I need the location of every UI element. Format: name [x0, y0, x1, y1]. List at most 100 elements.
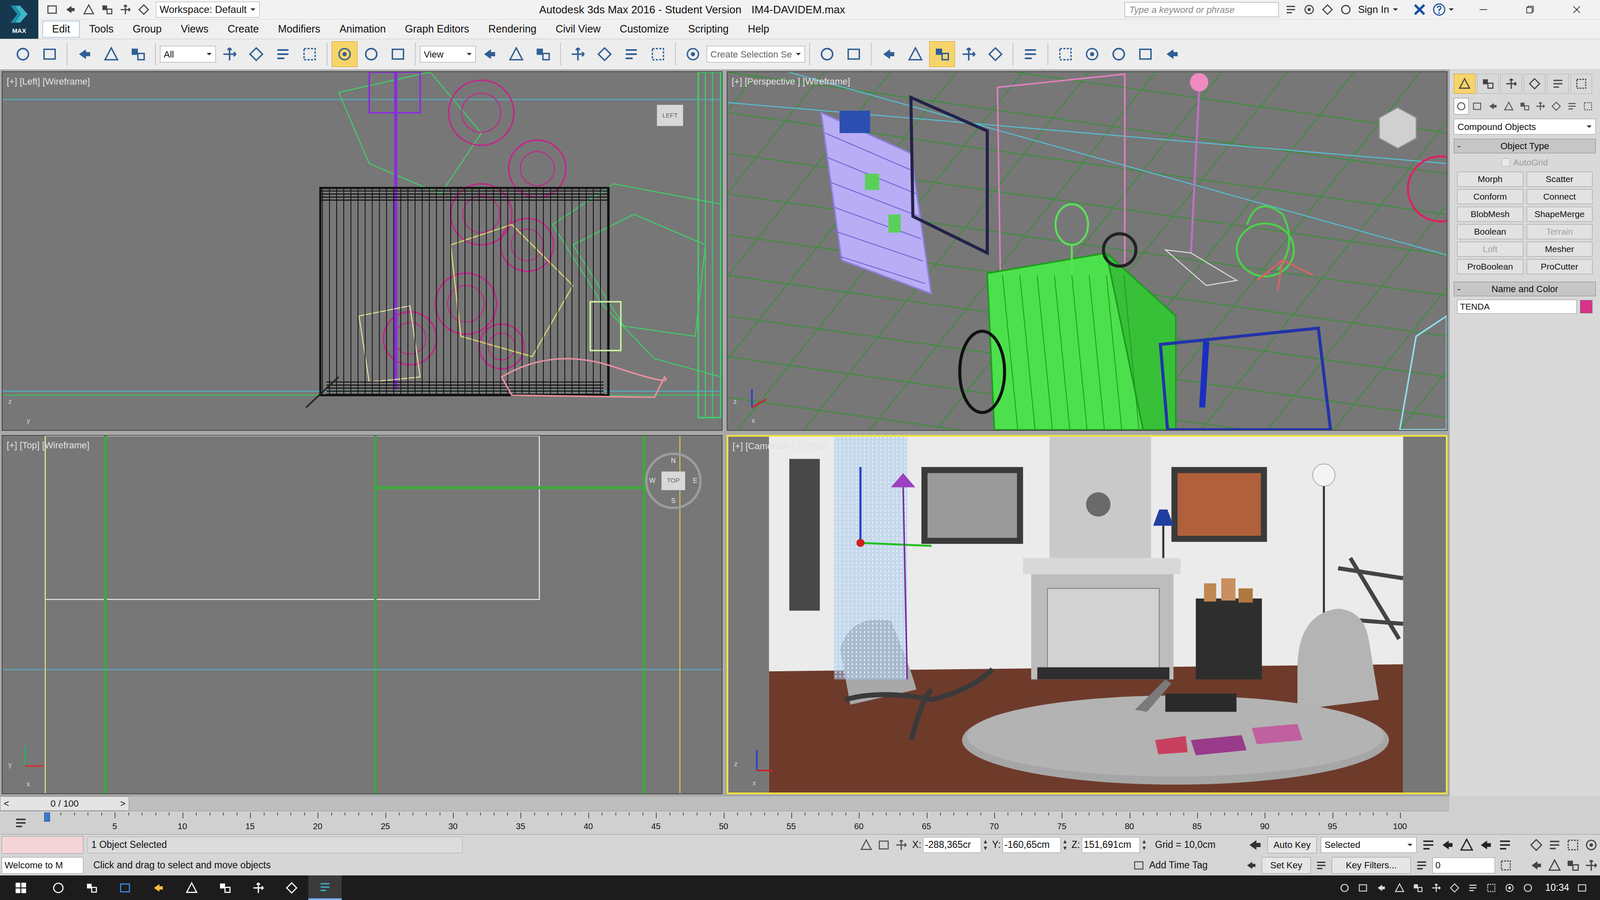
- start-button[interactable]: [0, 875, 42, 900]
- rollout-header[interactable]: -Name and Color: [1453, 281, 1596, 297]
- object-type-button[interactable]: BlobMesh: [1457, 206, 1524, 222]
- menu-item[interactable]: Views: [171, 20, 218, 38]
- menu-item[interactable]: Edit: [42, 20, 80, 38]
- spinner-icon[interactable]: [1141, 838, 1147, 852]
- autodesk-exchange-icon[interactable]: [1412, 2, 1427, 17]
- 3ds-max-taskbar-button[interactable]: [308, 875, 342, 900]
- render-production-button[interactable]: [1105, 41, 1132, 68]
- file-explorer-taskbar-button[interactable]: [141, 875, 175, 900]
- menu-item[interactable]: Tools: [79, 20, 123, 38]
- unlink-button[interactable]: [98, 41, 125, 68]
- object-type-button[interactable]: Scatter: [1526, 171, 1593, 187]
- space-warps-category[interactable]: [1532, 97, 1548, 115]
- select-and-move-button[interactable]: [331, 41, 358, 68]
- workspace-dropdown[interactable]: Workspace: Default: [155, 1, 260, 18]
- toolbar-dropdown[interactable]: View: [420, 45, 476, 63]
- task-view-button[interactable]: [75, 881, 109, 895]
- object-type-button[interactable]: Connect: [1526, 189, 1593, 205]
- open-file-button[interactable]: [64, 3, 77, 16]
- material-editor-button[interactable]: [1017, 41, 1044, 68]
- rollout-header[interactable]: -Object Type: [1453, 138, 1596, 154]
- helpers-category[interactable]: [1517, 97, 1533, 115]
- named-selection-field[interactable]: Create Selection Se: [706, 45, 805, 63]
- track-bar[interactable]: 5101520253035404550556065707580859095100: [47, 812, 1400, 834]
- restore-button[interactable]: [1506, 0, 1554, 20]
- new-file-button[interactable]: [45, 3, 59, 16]
- object-type-button[interactable]: ShapeMerge: [1526, 206, 1593, 222]
- spinner-icon[interactable]: [1062, 838, 1068, 852]
- mirror-button[interactable]: [814, 41, 840, 68]
- object-color-swatch[interactable]: [1580, 300, 1593, 314]
- object-name-field[interactable]: TENDA: [1457, 299, 1577, 314]
- perspective-viewport[interactable]: [+] [Perspective ] [Wireframe]zx: [726, 71, 1448, 431]
- set-key-button[interactable]: Set Key: [1261, 857, 1311, 874]
- menu-item[interactable]: Create: [217, 20, 269, 38]
- search-button[interactable]: [41, 881, 75, 895]
- edit-named-selection-button[interactable]: [680, 41, 706, 68]
- snaps-toggle-button[interactable]: [565, 41, 591, 68]
- bind-to-space-warp-button[interactable]: [125, 41, 151, 68]
- undo-button[interactable]: [100, 3, 114, 16]
- coordinate-field[interactable]: Z:151,691cm: [1071, 837, 1147, 853]
- menu-item[interactable]: Civil View: [545, 20, 610, 38]
- use-pivot-center-button[interactable]: [476, 41, 503, 68]
- time-slider[interactable]: <0 / 100>: [0, 795, 1450, 812]
- select-and-manipulate-button[interactable]: [503, 41, 530, 68]
- particles-category[interactable]: [1564, 97, 1580, 115]
- app-taskbar-button[interactable]: [241, 875, 275, 900]
- time-slider-thumb[interactable]: <0 / 100>: [0, 796, 130, 811]
- select-and-rotate-button[interactable]: [358, 41, 385, 68]
- angle-snap-button[interactable]: [591, 41, 618, 68]
- dynamics-category[interactable]: [1580, 97, 1596, 115]
- align-button[interactable]: [840, 41, 867, 68]
- cameras-category[interactable]: [1501, 97, 1517, 115]
- next-frame[interactable]: >: [120, 796, 126, 811]
- clock[interactable]: 10:34: [1540, 880, 1570, 895]
- rectangular-region-button[interactable]: [270, 41, 296, 68]
- key-mode-dropdown[interactable]: Selected: [1320, 837, 1417, 853]
- menu-item[interactable]: Rendering: [478, 20, 546, 38]
- edge-taskbar-button[interactable]: [108, 875, 142, 900]
- menu-item[interactable]: Modifiers: [268, 20, 330, 38]
- top-viewport[interactable]: [+] [Top] [Wireframe]NSWETOPyx: [1, 435, 723, 795]
- utilities-tab[interactable]: [1570, 73, 1593, 94]
- motion-tab[interactable]: [1523, 73, 1546, 94]
- menu-item[interactable]: Group: [122, 20, 171, 38]
- help-button[interactable]: [1432, 2, 1455, 17]
- curve-editor-button[interactable]: [955, 41, 982, 68]
- viewport-label[interactable]: [+] [Left] [Wireframe]: [6, 74, 90, 89]
- render-in-cloud-button[interactable]: [1132, 41, 1159, 68]
- coordinate-field[interactable]: Y:-160,65cm: [992, 837, 1068, 853]
- search-field[interactable]: Type a keyword or phrase: [1124, 2, 1279, 18]
- select-and-link-button[interactable]: [71, 41, 98, 68]
- viewport-label[interactable]: [+] [Perspective ] [Wireframe]: [731, 74, 850, 89]
- redo-button[interactable]: [119, 3, 132, 16]
- rendered-frame-window-button[interactable]: [1079, 41, 1105, 68]
- mini-curve-editor-button[interactable]: [0, 815, 42, 830]
- create-tab[interactable]: [1453, 73, 1476, 94]
- maxscript-listener[interactable]: [1, 836, 84, 854]
- display-tab[interactable]: [1547, 73, 1569, 94]
- select-by-name-button[interactable]: [243, 41, 270, 68]
- current-frame-field[interactable]: 0: [1432, 857, 1495, 874]
- autogrid-checkbox[interactable]: AutoGrid: [1453, 155, 1596, 170]
- ribbon-button[interactable]: [929, 41, 955, 68]
- object-type-button[interactable]: Boolean: [1457, 224, 1524, 240]
- shapes-category[interactable]: [1469, 97, 1485, 115]
- object-type-button[interactable]: Morph: [1457, 171, 1524, 187]
- systems-category[interactable]: [1548, 97, 1564, 115]
- menu-item[interactable]: Customize: [610, 20, 679, 38]
- select-object-button[interactable]: [216, 41, 243, 68]
- key-filters-button[interactable]: Key Filters...: [1331, 857, 1411, 874]
- a360-gallery-button[interactable]: [1159, 41, 1185, 68]
- layer-explorer-button[interactable]: [902, 41, 929, 68]
- viewcube[interactable]: LEFT: [656, 104, 684, 127]
- spinner-icon[interactable]: [982, 838, 988, 852]
- viewcube-compass[interactable]: NSWETOP: [645, 452, 702, 510]
- viewport-label[interactable]: [+] [Camera001 ] [Shad: [732, 439, 828, 453]
- keyboard-shortcut-override-button[interactable]: [530, 41, 556, 68]
- save-file-button[interactable]: [82, 3, 95, 16]
- previous-frame[interactable]: <: [3, 796, 10, 811]
- object-type-button[interactable]: Terrain: [1526, 224, 1593, 240]
- project-folder-button[interactable]: [137, 3, 150, 16]
